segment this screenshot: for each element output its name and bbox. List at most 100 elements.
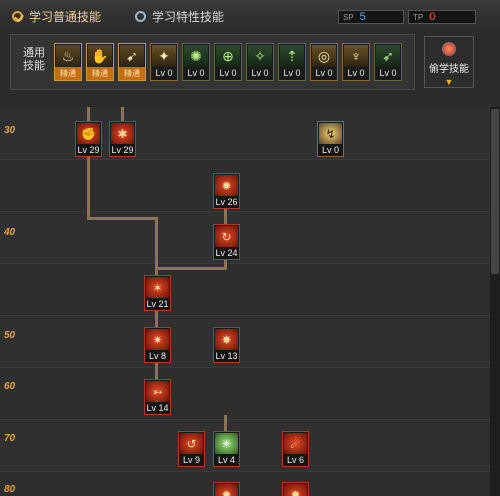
- skill-level: 精通: [55, 67, 81, 80]
- tree-skill-slide[interactable]: ↯ Lv 0: [317, 121, 344, 157]
- tree-connector: [224, 415, 227, 431]
- sp-label: SP: [343, 12, 354, 22]
- tree-skill-flame-rush[interactable]: ➳ Lv 14: [144, 379, 171, 415]
- tree-skill-explosion[interactable]: ✹ Lv 26: [213, 173, 240, 209]
- common-skill-kick[interactable]: ✧ Lv 0: [246, 43, 274, 81]
- skill-level: Lv 29: [110, 144, 135, 156]
- level-label: 70: [4, 433, 16, 444]
- tree-connector: [87, 157, 90, 219]
- steal-skill-label: 偷学技能: [429, 64, 469, 75]
- level-label: 40: [4, 227, 16, 238]
- skill-level: Lv 26: [214, 196, 239, 208]
- common-skill-throw[interactable]: ✋ 精通: [86, 43, 114, 81]
- skill-level: Lv 9: [179, 454, 204, 466]
- level-band: [0, 159, 490, 212]
- chevron-down-icon: ▼: [444, 77, 454, 87]
- common-skill-ring[interactable]: ◎ Lv 0: [310, 43, 338, 81]
- skill-level: Lv 0: [375, 67, 401, 80]
- roar-icon: ✶: [146, 277, 169, 298]
- skill-tree[interactable]: 30 40 50 60 70 80 ✊ Lv 29 ✱ Lv 29 ↯ Lv 0…: [0, 107, 490, 496]
- tree-connector: [87, 217, 157, 220]
- skill-level: Lv 29: [76, 144, 101, 156]
- tree-connector: [155, 363, 158, 379]
- rest-icon: ♨: [56, 45, 80, 67]
- throw-icon: ✋: [88, 45, 112, 67]
- skill-level: Lv 0: [183, 67, 209, 80]
- skill-level: Lv 6: [283, 454, 308, 466]
- tree-connector: [87, 107, 90, 121]
- common-skills-panel: 通用技能 ♨ 精通 ✋ 精通 ➹ 精通 ✦ Lv 0 ✺ Lv 0 ⊕ Lv 0…: [10, 34, 415, 90]
- tree-connector: [121, 107, 124, 121]
- tree-connector: [155, 267, 227, 270]
- skill-level: Lv 24: [214, 247, 239, 259]
- fire-strike-icon: ✷: [146, 329, 169, 350]
- tab-trait-skills[interactable]: 学习特性技能: [135, 8, 224, 25]
- level-label: 30: [4, 125, 16, 136]
- common-skill-rest[interactable]: ♨ 精通: [54, 43, 82, 81]
- fist-icon: ✊: [77, 123, 100, 144]
- punch-icon: ✱: [111, 123, 134, 144]
- wings-icon: ✦: [152, 45, 176, 67]
- level-band: [0, 471, 490, 496]
- tp-label: TP: [413, 12, 424, 22]
- level-band: [0, 211, 490, 264]
- skill-level: Lv 13: [214, 350, 239, 362]
- tree-skill-partial[interactable]: ✹: [213, 482, 240, 496]
- level-band: [0, 315, 490, 368]
- level-band: [0, 107, 490, 159]
- tree-scrollbar[interactable]: [490, 107, 500, 496]
- tree-skill-shockwave[interactable]: ✸ Lv 13: [213, 327, 240, 363]
- common-skill-pose[interactable]: ♆ Lv 0: [342, 43, 370, 81]
- green-burst-icon: ✳: [215, 433, 238, 454]
- ring-icon: ◎: [312, 45, 336, 67]
- level-label: 80: [4, 484, 16, 495]
- tree-skill-spin[interactable]: ↻ Lv 24: [213, 224, 240, 260]
- top-tab-bar: 学习普通技能 学习特性技能 SP 5 TP 0: [0, 0, 500, 32]
- skill-level: Lv 0: [151, 67, 177, 80]
- common-skill-burst[interactable]: ✺ Lv 0: [182, 43, 210, 81]
- spin-icon: ↻: [215, 226, 238, 247]
- tree-skill-roar[interactable]: ✶ Lv 21: [144, 275, 171, 311]
- common-skill-leap[interactable]: ⇡ Lv 0: [278, 43, 306, 81]
- steal-skill-button[interactable]: 偷学技能 ▼: [424, 36, 474, 88]
- skill-level: Lv 14: [145, 402, 170, 414]
- skill-level: Lv 8: [145, 350, 170, 362]
- tree-skill-punch[interactable]: ✱ Lv 29: [109, 121, 136, 157]
- tree-skill-green-burst[interactable]: ✳ Lv 4: [213, 431, 240, 467]
- tree-skill-flip[interactable]: ↺ Lv 9: [178, 431, 205, 467]
- tree-skill-fist[interactable]: ✊ Lv 29: [75, 121, 102, 157]
- tab-normal-skills[interactable]: 学习普通技能: [12, 8, 101, 25]
- skill-level: Lv 0: [318, 144, 343, 156]
- tree-connector: [155, 309, 158, 327]
- tab-radio-icon: [135, 11, 146, 22]
- sprint-icon: ➹: [120, 45, 144, 67]
- tree-skill-grab[interactable]: ☄ Lv 6: [282, 431, 309, 467]
- level-band: [0, 367, 490, 420]
- dash-icon: ➶: [376, 45, 400, 67]
- common-skill-dash[interactable]: ➶ Lv 0: [374, 43, 402, 81]
- tree-skill-fire-strike[interactable]: ✷ Lv 8: [144, 327, 171, 363]
- partial-skill-icon: ✹: [284, 484, 307, 496]
- common-skill-sprint[interactable]: ➹ 精通: [118, 43, 146, 81]
- leap-icon: ⇡: [280, 45, 304, 67]
- sp-counter: SP 5: [338, 10, 404, 24]
- skill-level: 精通: [87, 67, 113, 80]
- common-skills-title: 通用技能: [23, 47, 45, 72]
- tree-skill-partial[interactable]: ✹: [282, 482, 309, 496]
- grab-icon: ☄: [284, 433, 307, 454]
- kick-icon: ✧: [248, 45, 272, 67]
- slide-icon: ↯: [319, 123, 342, 144]
- skill-level: Lv 21: [145, 298, 170, 310]
- tp-value: 0: [429, 11, 436, 23]
- flame-rush-icon: ➳: [146, 381, 169, 402]
- steal-skill-icon: [442, 42, 456, 56]
- level-label: 60: [4, 381, 16, 392]
- skill-level: Lv 0: [343, 67, 369, 80]
- skill-level: Lv 4: [214, 454, 239, 466]
- common-skill-wings[interactable]: ✦ Lv 0: [150, 43, 178, 81]
- scrollbar-thumb[interactable]: [491, 109, 499, 274]
- common-skill-target[interactable]: ⊕ Lv 0: [214, 43, 242, 81]
- skill-level: 精通: [119, 67, 145, 80]
- target-icon: ⊕: [216, 45, 240, 67]
- level-label: 50: [4, 330, 16, 341]
